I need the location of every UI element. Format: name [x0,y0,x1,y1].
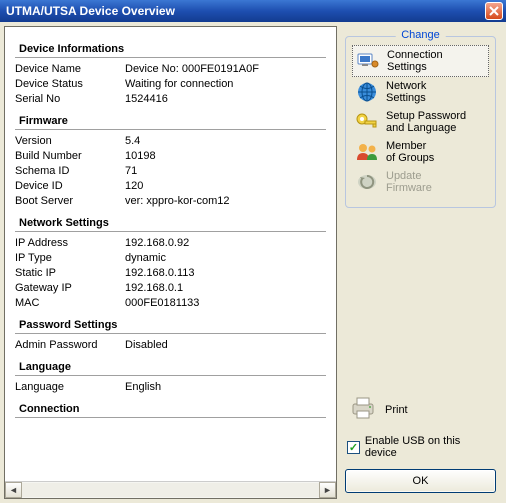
network-settings-item[interactable]: NetworkSettings [352,77,489,107]
enable-usb-row[interactable]: ✓ Enable USB on this device [345,429,496,469]
change-group: Change ConnectionSettings NetworkSetting… [345,36,496,208]
connection-settings-item[interactable]: ConnectionSettings [352,45,489,77]
scroll-left-button[interactable]: ◄ [5,482,22,498]
scroll-track[interactable] [22,482,319,498]
admin-value: Disabled [125,338,326,353]
details-panel: Device Informations Device NameDevice No… [4,26,337,499]
title-bar: UTMA/UTSA Device Overview [0,0,506,22]
static-value: 192.168.0.113 [125,266,326,281]
print-button[interactable]: Print [345,390,496,429]
device-info-heading: Device Informations [19,43,326,55]
device-name-value: Device No: 000FE0191A0F [125,62,326,77]
language-heading: Language [19,361,326,373]
key-icon [354,111,380,133]
password-language-label: Setup Passwordand Language [386,110,466,134]
static-label: Static IP [15,266,125,281]
enable-usb-label: Enable USB on this device [365,435,494,459]
version-label: Version [15,134,125,149]
close-button[interactable] [485,2,503,20]
gateway-label: Gateway IP [15,281,125,296]
horizontal-scrollbar[interactable]: ◄ ► [5,481,336,498]
schema-label: Schema ID [15,164,125,179]
update-firmware-item: UpdateFirmware [352,167,489,197]
serial-no-value: 1524416 [125,92,326,107]
gateway-value: 192.168.0.1 [125,281,326,296]
printer-icon [349,396,377,423]
boot-label: Boot Server [15,194,125,209]
admin-label: Admin Password [15,338,125,353]
globe-icon [354,81,380,103]
connection-heading: Connection [19,403,326,415]
change-legend: Change [395,29,446,41]
lang-value: English [125,380,326,395]
enable-usb-checkbox[interactable]: ✓ [347,441,360,454]
serial-no-label: Serial No [15,92,125,107]
network-settings-label: NetworkSettings [386,80,426,104]
build-label: Build Number [15,149,125,164]
password-heading: Password Settings [19,319,326,331]
lang-label: Language [15,380,125,395]
window-title: UTMA/UTSA Device Overview [6,4,175,18]
update-icon [354,171,380,193]
deviceid-label: Device ID [15,179,125,194]
connection-settings-label: ConnectionSettings [387,49,443,73]
people-icon [354,141,380,163]
actions-panel: Change ConnectionSettings NetworkSetting… [337,26,502,499]
ip-label: IP Address [15,236,125,251]
device-status-label: Device Status [15,77,125,92]
member-groups-item[interactable]: Memberof Groups [352,137,489,167]
connection-icon [355,50,381,72]
ok-label: OK [413,475,429,487]
boot-value: ver: xppro-kor-com12 [125,194,326,209]
ok-button[interactable]: OK [345,469,496,493]
device-status-value: Waiting for connection [125,77,326,92]
network-heading: Network Settings [19,217,326,229]
iptype-value: dynamic [125,251,326,266]
deviceid-value: 120 [125,179,326,194]
iptype-label: IP Type [15,251,125,266]
ip-value: 192.168.0.92 [125,236,326,251]
print-label: Print [385,404,408,416]
device-name-label: Device Name [15,62,125,77]
firmware-heading: Firmware [19,115,326,127]
update-firmware-label: UpdateFirmware [386,170,432,194]
schema-value: 71 [125,164,326,179]
mac-label: MAC [15,296,125,311]
build-value: 10198 [125,149,326,164]
password-language-item[interactable]: Setup Passwordand Language [352,107,489,137]
mac-value: 000FE0181133 [125,296,326,311]
member-groups-label: Memberof Groups [386,140,434,164]
scroll-right-button[interactable]: ► [319,482,336,498]
version-value: 5.4 [125,134,326,149]
